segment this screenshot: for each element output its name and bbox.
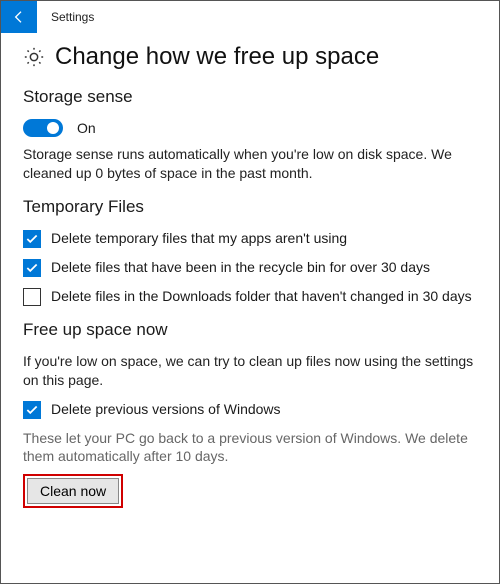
clean-now-highlight: Clean now [23, 474, 123, 508]
storage-sense-toggle-row: On [23, 119, 477, 137]
temp-recycle-bin-label: Delete files that have been in the recyc… [51, 258, 430, 276]
titlebar: Settings [1, 1, 499, 33]
check-icon [25, 261, 39, 275]
page-header: Change how we free up space [23, 43, 477, 71]
back-button[interactable] [1, 1, 37, 33]
temp-downloads-checkbox[interactable] [23, 288, 41, 306]
section-temporary-files: Temporary Files [23, 197, 477, 217]
prev-versions-note: These let your PC go back to a previous … [23, 429, 477, 467]
clean-now-button[interactable]: Clean now [27, 478, 119, 504]
storage-sense-description: Storage sense runs automatically when yo… [23, 145, 477, 183]
temp-delete-unused-checkbox[interactable] [23, 230, 41, 248]
section-free-up-now: Free up space now [23, 320, 477, 340]
temp-option-row: Delete files in the Downloads folder tha… [23, 287, 477, 306]
temp-delete-unused-label: Delete temporary files that my apps aren… [51, 229, 347, 247]
temp-option-row: Delete temporary files that my apps aren… [23, 229, 477, 248]
prev-versions-checkbox[interactable] [23, 401, 41, 419]
storage-sense-toggle[interactable] [23, 119, 63, 137]
prev-versions-label: Delete previous versions of Windows [51, 400, 281, 418]
temp-option-row: Delete files that have been in the recyc… [23, 258, 477, 277]
page-title: Change how we free up space [55, 43, 379, 71]
content: Change how we free up space Storage sens… [1, 33, 499, 528]
temp-downloads-label: Delete files in the Downloads folder tha… [51, 287, 472, 305]
prev-versions-row: Delete previous versions of Windows [23, 400, 477, 419]
storage-sense-toggle-label: On [77, 120, 96, 136]
temp-recycle-bin-checkbox[interactable] [23, 259, 41, 277]
toggle-knob [47, 122, 59, 134]
check-icon [25, 403, 39, 417]
free-up-description: If you're low on space, we can try to cl… [23, 352, 477, 390]
arrow-left-icon [11, 9, 27, 25]
section-storage-sense: Storage sense [23, 87, 477, 107]
gear-icon [23, 46, 45, 68]
check-icon [25, 232, 39, 246]
app-title: Settings [51, 10, 94, 24]
